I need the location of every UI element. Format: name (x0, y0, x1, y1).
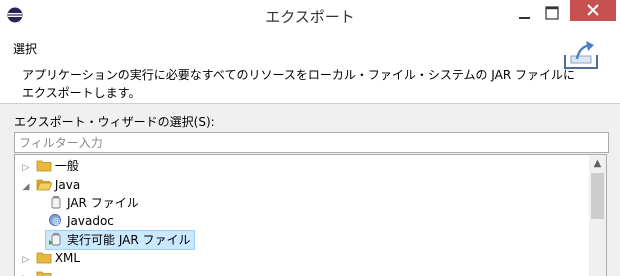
jar-icon (51, 196, 61, 209)
svg-text:@: @ (52, 217, 60, 226)
folder-icon (36, 271, 52, 276)
filter-input[interactable] (14, 132, 609, 153)
tree-item-label: 実行可能 JAR ファイル (67, 233, 191, 247)
scroll-up-icon[interactable]: ▲ (589, 155, 606, 172)
vertical-scrollbar[interactable]: ▲ (589, 155, 606, 276)
tree-item-label: XML (54, 251, 81, 265)
banner-title: 選択 (13, 42, 38, 56)
tree-item-label: Javadoc (67, 214, 114, 228)
wizard-banner: 選択 アプリケーションの実行に必要なすべてのリソースをローカル・ファイル・システ… (0, 31, 620, 104)
tree-item-general[interactable]: ▷ 一般 (20, 157, 79, 175)
chevron-right-icon[interactable]: ▷ (20, 270, 32, 276)
tree-item-label: JAR ファイル (67, 196, 139, 210)
tree-item-partial[interactable]: ▷ (20, 268, 55, 276)
tree-item-label: 一般 (54, 159, 79, 173)
tree-item-label: Java (54, 178, 81, 192)
chevron-right-icon[interactable]: ▷ (20, 159, 32, 177)
tree-item-java[interactable]: ◢ Java (20, 176, 81, 196)
runnable-jar-icon (49, 233, 61, 246)
export-wizard-icon (564, 41, 598, 69)
scroll-thumb[interactable] (591, 173, 604, 219)
folder-icon (36, 160, 52, 172)
close-icon (587, 4, 599, 16)
javadoc-icon: @ (49, 214, 61, 226)
tree-item-xml[interactable]: ▷ XML (20, 249, 81, 269)
chevron-down-icon[interactable]: ◢ (20, 178, 32, 196)
maximize-button[interactable] (545, 6, 559, 20)
folder-icon (36, 252, 52, 264)
title-bar: エクスポート (0, 0, 620, 31)
export-dialog: エクスポート 選択 アプリケーションの実行に必要なすべてのリソースをローカル・フ… (0, 0, 620, 276)
tree-item-runnable-jar[interactable]: 実行可能 JAR ファイル (45, 230, 195, 250)
tree-item-javadoc[interactable]: @ Javadoc (48, 212, 114, 230)
wizard-select-label: エクスポート・ウィザードの選択(S): (14, 115, 215, 129)
close-button[interactable] (570, 0, 616, 21)
banner-description: アプリケーションの実行に必要なすべてのリソースをローカル・ファイル・システムの … (22, 68, 575, 100)
open-folder-icon (36, 179, 52, 191)
tree-item-jar[interactable]: JAR ファイル (48, 194, 139, 212)
minimize-button[interactable] (517, 8, 533, 22)
wizard-tree: ▷ 一般 ◢ Java JAR ファイル @ Javadoc 実行可能 JAR … (14, 154, 607, 276)
chevron-right-icon[interactable]: ▷ (20, 251, 32, 269)
